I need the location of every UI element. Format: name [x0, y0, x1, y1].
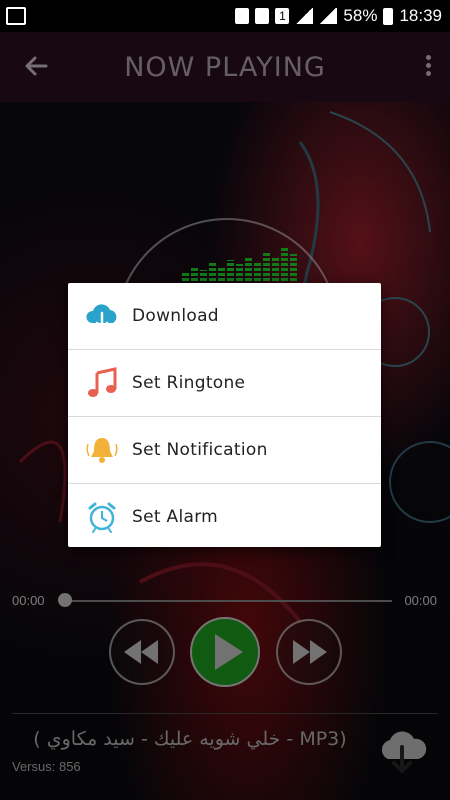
battery-icon [383, 7, 394, 25]
image-icon [6, 7, 26, 25]
status-icons: 1 58% 18:39 [235, 6, 442, 26]
set-alarm-label: Set Alarm [132, 507, 219, 527]
bell-icon [84, 432, 120, 468]
status-bar: 1 58% 18:39 [0, 0, 450, 32]
alarm-icon [255, 8, 270, 24]
signal-icon [295, 8, 314, 24]
set-ringtone-option[interactable]: Set Ringtone [68, 350, 381, 417]
battery-percent: 58% [343, 6, 378, 25]
notification-count: 1 [275, 8, 290, 24]
clock: 18:39 [399, 6, 442, 25]
set-notification-label: Set Notification [132, 440, 268, 460]
signal-icon-2 [319, 8, 338, 24]
actions-dialog: Download Set Ringtone Set Notification S… [68, 283, 381, 547]
set-notification-option[interactable]: Set Notification [68, 417, 381, 484]
set-alarm-option[interactable]: Set Alarm [68, 484, 381, 550]
download-option[interactable]: Download [68, 283, 381, 350]
music-note-icon [84, 365, 120, 401]
alarm-clock-icon [84, 499, 120, 535]
sim-icon [235, 8, 250, 24]
cloud-download-icon [84, 298, 120, 334]
download-label: Download [132, 306, 219, 326]
set-ringtone-label: Set Ringtone [132, 373, 246, 393]
